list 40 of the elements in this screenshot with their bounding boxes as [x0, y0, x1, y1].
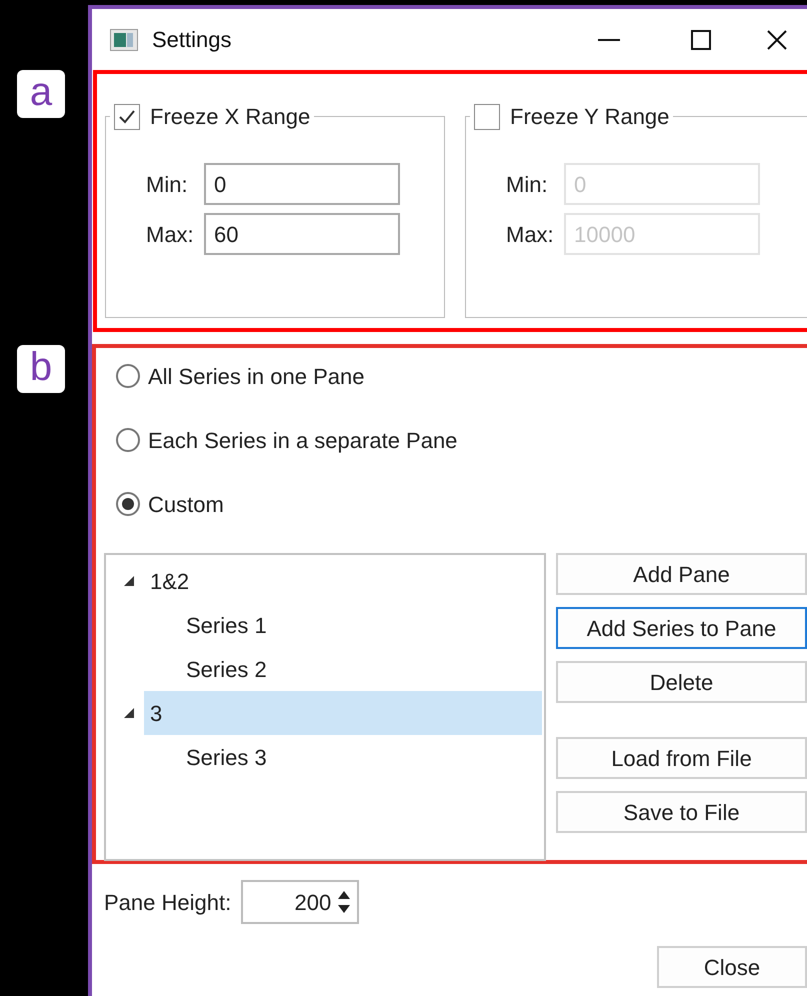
annotation-label: b [17, 345, 65, 393]
spinner-arrows-icon [337, 889, 352, 915]
pane-action-button[interactable]: Add Pane [556, 553, 807, 595]
field-label: Min: [146, 170, 189, 198]
number-spinner[interactable]: 200 [241, 880, 360, 924]
close-button[interactable]: Close [657, 946, 807, 988]
field-label: Min: [506, 170, 549, 198]
radio-label: Custom [148, 490, 224, 518]
checkbox-label: Freeze X Range [150, 103, 310, 131]
checkbox[interactable] [474, 104, 500, 130]
tree-item[interactable]: Series 3 [144, 735, 542, 779]
maximize-icon [691, 30, 711, 50]
app-icon [110, 28, 138, 50]
input-field[interactable]: 0 [204, 163, 400, 205]
annotation-label: a [17, 70, 65, 118]
close-icon [767, 30, 787, 50]
pane-action-button[interactable]: Load from File [556, 737, 807, 779]
expand-triangle-icon[interactable] [124, 708, 134, 718]
pane-height-label: Pane Height: [104, 888, 232, 917]
minimize-icon [598, 38, 620, 40]
input-field[interactable]: 60 [204, 213, 400, 255]
pane-action-button[interactable]: Save to File [556, 791, 807, 833]
pane-action-button[interactable]: Delete [556, 661, 807, 703]
tree-item[interactable]: Series 1 [144, 603, 542, 647]
radio-button[interactable] [116, 428, 140, 452]
field-label: Max: [506, 220, 555, 248]
check-icon [118, 108, 136, 124]
radio-button[interactable] [116, 492, 140, 516]
radio-label: Each Series in a separate Pane [148, 426, 458, 455]
checkbox[interactable] [114, 104, 140, 130]
window-title: Settings [152, 26, 232, 54]
tree-item[interactable]: 1&2 [144, 559, 542, 603]
expand-triangle-icon[interactable] [124, 576, 134, 586]
radio-button[interactable] [116, 364, 140, 388]
tree-item[interactable]: 3 [144, 691, 542, 735]
radio-label: All Series in one Pane [148, 362, 364, 390]
tree-item[interactable]: Series 2 [144, 647, 542, 691]
field-label: Max: [146, 220, 195, 248]
pane-action-button[interactable]: Add Series to Pane [556, 607, 807, 649]
checkbox-label: Freeze Y Range [510, 103, 670, 131]
